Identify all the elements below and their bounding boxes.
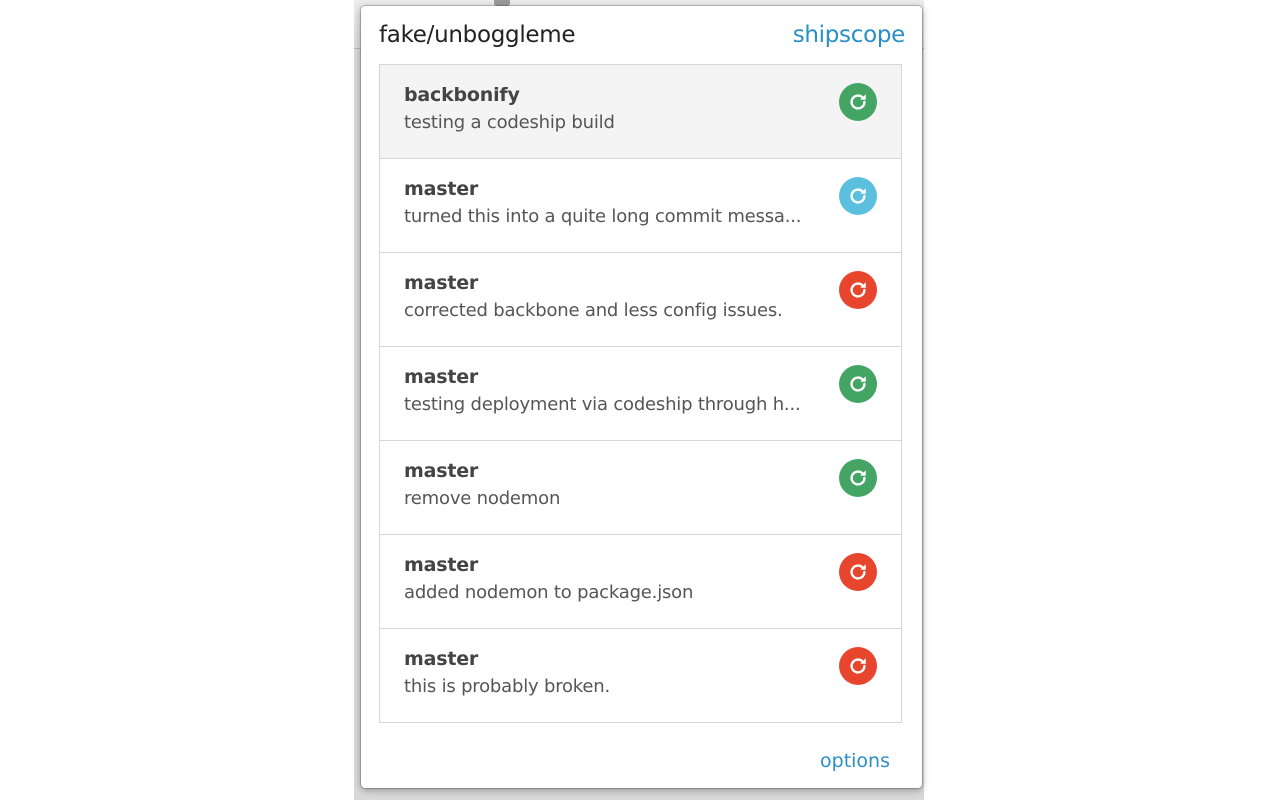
branch-name: master — [404, 366, 479, 388]
build-item[interactable]: master this is probably broken. — [380, 629, 901, 722]
refresh-icon — [850, 564, 866, 580]
commit-message: corrected backbone and less config issue… — [404, 300, 783, 321]
build-status-button[interactable] — [839, 271, 877, 309]
popup-header: fake/unboggleme shipscope — [379, 22, 905, 58]
extension-popup: fake/unboggleme shipscope backbonify tes… — [361, 5, 1252, 788]
branch-name: master — [404, 648, 479, 670]
build-status-button[interactable] — [839, 459, 877, 497]
build-item[interactable]: backbonify testing a codeship build — [380, 65, 901, 159]
build-item[interactable]: master remove nodemon — [380, 441, 901, 535]
commit-message: remove nodemon — [404, 488, 561, 509]
branch-name: master — [404, 460, 479, 482]
options-link[interactable]: options — [820, 750, 890, 772]
build-list: backbonify testing a codeship build mast… — [379, 64, 902, 723]
refresh-icon — [850, 470, 866, 486]
build-item[interactable]: master testing deployment via codeship t… — [380, 347, 901, 441]
build-item[interactable]: master turned this into a quite long com… — [380, 159, 901, 253]
commit-message: added nodemon to package.json — [404, 582, 694, 603]
branch-name: backbonify — [404, 84, 520, 106]
refresh-icon — [850, 188, 866, 204]
commit-message: testing a codeship build — [404, 112, 615, 133]
build-status-button[interactable] — [839, 83, 877, 121]
popup-arrow — [1234, 5, 1252, 13]
refresh-icon — [850, 94, 866, 110]
build-status-button[interactable] — [839, 365, 877, 403]
repo-title: fake/unboggleme — [379, 22, 576, 48]
build-item[interactable]: master added nodemon to package.json — [380, 535, 901, 629]
refresh-icon — [850, 658, 866, 674]
shipscope-link[interactable]: shipscope — [793, 22, 906, 48]
branch-name: master — [404, 554, 479, 576]
refresh-icon — [850, 376, 866, 392]
build-status-button[interactable] — [839, 553, 877, 591]
build-status-button[interactable] — [839, 177, 877, 215]
refresh-icon — [850, 282, 866, 298]
commit-message: this is probably broken. — [404, 676, 610, 697]
build-item[interactable]: master corrected backbone and less confi… — [380, 253, 901, 347]
commit-message: turned this into a quite long commit mes… — [404, 206, 802, 227]
build-status-button[interactable] — [839, 647, 877, 685]
branch-name: master — [404, 272, 479, 294]
branch-name: master — [404, 178, 479, 200]
commit-message: testing deployment via codeship through … — [404, 394, 801, 415]
